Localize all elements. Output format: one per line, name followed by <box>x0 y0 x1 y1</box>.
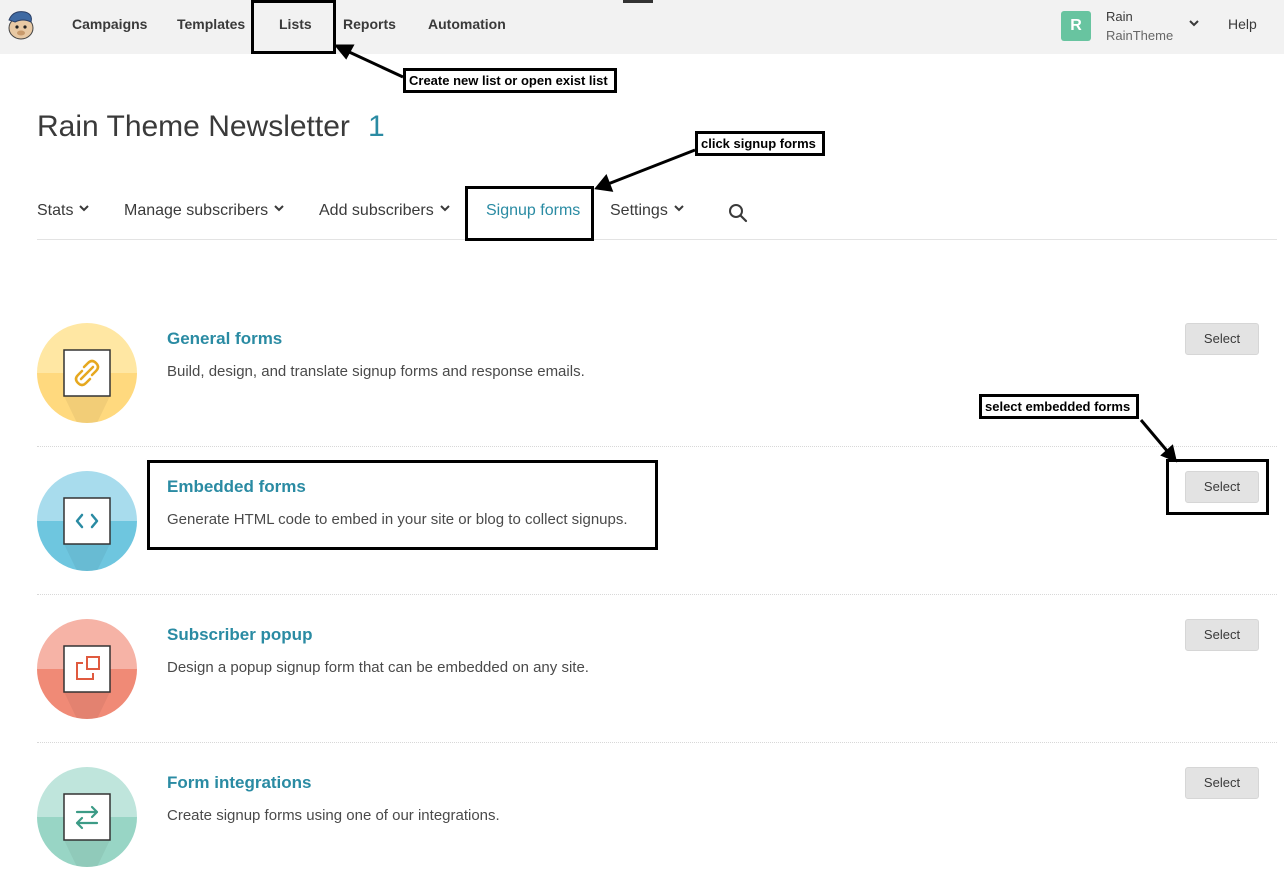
form-option-description: Build, design, and translate signup form… <box>167 363 585 380</box>
popup-icon <box>37 619 137 719</box>
tab-manage-subscribers[interactable]: Manage subscribers <box>124 202 284 220</box>
select-form-integrations-button[interactable]: Select <box>1185 767 1259 799</box>
tab-label: Add subscribers <box>319 202 434 219</box>
nav-reports[interactable]: Reports <box>343 16 396 32</box>
row-divider <box>37 446 1277 447</box>
help-link[interactable]: Help <box>1228 16 1257 32</box>
user-name[interactable]: Rain <box>1106 9 1133 24</box>
form-option-title[interactable]: Subscriber popup <box>167 625 312 645</box>
code-icon <box>37 471 137 571</box>
form-option-popup: Subscriber popup Design a popup signup f… <box>37 619 1277 767</box>
search-icon[interactable] <box>728 203 748 223</box>
chevron-down-icon <box>440 205 450 212</box>
annotation-signup-note: click signup forms <box>695 131 825 156</box>
annotation-signup-highlight <box>465 186 594 241</box>
annotation-lists-note: Create new list or open exist list <box>403 68 617 93</box>
nav-automation[interactable]: Automation <box>428 16 506 32</box>
tab-label: Settings <box>610 202 668 219</box>
active-tab-marker <box>623 0 653 3</box>
form-option-description: Design a popup signup form that can be e… <box>167 659 589 676</box>
form-option-integrations: Form integrations Create signup forms us… <box>37 767 1277 879</box>
tab-stats[interactable]: Stats <box>37 202 90 220</box>
form-option-title[interactable]: Form integrations <box>167 773 312 793</box>
arrow-line <box>607 148 696 186</box>
nav-templates[interactable]: Templates <box>177 16 245 32</box>
select-general-forms-button[interactable]: Select <box>1185 323 1259 355</box>
mailchimp-logo-icon[interactable] <box>3 8 37 42</box>
select-subscriber-popup-button[interactable]: Select <box>1185 619 1259 651</box>
annotation-embedded-note: select embedded forms <box>979 394 1140 419</box>
arrow-line <box>346 49 404 79</box>
user-account-name[interactable]: RainTheme <box>1106 28 1173 43</box>
tab-add-subscribers[interactable]: Add subscribers <box>319 202 450 220</box>
top-navigation-bar: Campaigns Templates Lists Reports Automa… <box>0 0 1284 54</box>
annotation-embedded-highlight <box>147 460 658 550</box>
list-count-badge[interactable]: 1 <box>368 110 385 144</box>
row-divider <box>37 742 1277 743</box>
arrow-head <box>594 174 614 192</box>
form-option-title[interactable]: General forms <box>167 329 282 349</box>
tab-settings[interactable]: Settings <box>610 202 684 220</box>
user-avatar[interactable]: R <box>1061 11 1091 41</box>
tab-label: Stats <box>37 202 74 219</box>
form-option-description: Create signup forms using one of our int… <box>167 807 500 824</box>
chevron-down-icon <box>674 205 684 212</box>
annotation-select-highlight <box>1166 459 1269 515</box>
nav-campaigns[interactable]: Campaigns <box>72 16 147 32</box>
chevron-down-icon[interactable] <box>1188 17 1200 29</box>
tab-label: Manage subscribers <box>124 202 269 219</box>
annotation-lists-highlight <box>251 0 336 54</box>
swap-arrows-icon <box>37 767 137 867</box>
chevron-down-icon <box>274 205 284 212</box>
chevron-down-icon <box>79 205 90 212</box>
subnav-divider <box>37 239 1277 240</box>
page-title: Rain Theme Newsletter <box>37 110 350 143</box>
link-icon <box>37 323 137 423</box>
row-divider <box>37 594 1277 595</box>
